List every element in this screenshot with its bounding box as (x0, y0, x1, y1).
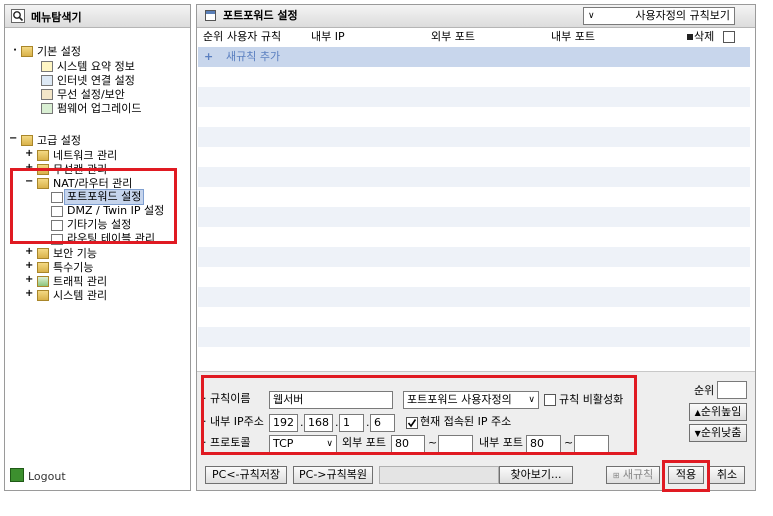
list-row (198, 187, 750, 207)
port-forward-panel: 포트포워드 설정 ∨ 사용자정의 규칙보기 순위 사용자 규칙 내부 IP 외부… (196, 4, 756, 492)
restore-rules-from-pc-button[interactable]: PC->규칙복원 (293, 466, 373, 484)
delete-all-checkbox[interactable] (723, 31, 735, 43)
menu-item-system-summary[interactable]: 시스템 요약 정보 (57, 60, 135, 74)
wireless-icon (41, 89, 53, 100)
list-row (198, 267, 750, 287)
list-row (198, 287, 750, 307)
traffic-icon (37, 276, 49, 287)
list-row (198, 347, 750, 367)
folder-icon (37, 262, 49, 273)
list-row (198, 147, 750, 167)
highlight-nat-group (10, 168, 177, 244)
tree-node-advanced-settings[interactable]: 고급 설정 (37, 134, 81, 148)
plus-box-icon: ⊞ (612, 471, 620, 480)
search-icon (11, 9, 25, 23)
chevron-down-icon: ∨ (588, 11, 595, 21)
list-row (198, 207, 750, 227)
folder-icon (21, 135, 33, 146)
tree-node-basic-settings[interactable]: 기본 설정 (37, 45, 81, 59)
network-folder-icon (37, 150, 49, 161)
menu-item-traffic-management[interactable]: 트래픽 관리 (53, 275, 107, 289)
menu-item-network-management[interactable]: 네트워크 관리 (53, 149, 117, 163)
rank-up-button[interactable]: ▲순위높임 (689, 403, 747, 421)
menu-item-special-functions[interactable]: 특수기능 (53, 261, 93, 275)
collapse-icon[interactable]: − (9, 133, 17, 144)
list-row (198, 107, 750, 127)
expand-icon[interactable]: + (25, 288, 33, 299)
highlight-rule-form (201, 375, 637, 455)
rank-input[interactable] (717, 381, 747, 399)
list-row (198, 67, 750, 87)
system-icon (37, 290, 49, 301)
rank-label: 순위 (694, 384, 715, 397)
new-rule-button[interactable]: ⊞ 새규칙 (606, 466, 660, 484)
logout-icon[interactable] (10, 468, 24, 482)
expand-icon[interactable]: + (25, 148, 33, 159)
add-rule-row[interactable]: + 새규칙 추가 (198, 47, 750, 67)
delete-marker-icon (687, 34, 693, 40)
rule-view-select[interactable]: ∨ 사용자정의 규칙보기 (583, 7, 735, 25)
rank-down-button[interactable]: ▼순위낮춤 (689, 424, 747, 442)
expand-icon[interactable]: + (25, 260, 33, 271)
menu-item-wireless-security[interactable]: 무선 설정/보안 (57, 88, 125, 102)
menu-item-internet-connection[interactable]: 인터넷 연결 설정 (57, 74, 135, 88)
menu-explorer-header: 메뉴탐색기 (5, 5, 190, 28)
col-external-port: 외부 포트 (431, 30, 475, 43)
page-title: 포트포워드 설정 (223, 9, 298, 22)
port-forward-header: 포트포워드 설정 ∨ 사용자정의 규칙보기 (197, 5, 755, 28)
list-row (198, 167, 750, 187)
list-row (198, 127, 750, 147)
list-row (198, 327, 750, 347)
save-rules-to-pc-button[interactable]: PC<-규칙저장 (205, 466, 287, 484)
col-user-rule: 사용자 규칙 (227, 30, 282, 43)
add-rule-label: 새규칙 추가 (226, 50, 281, 63)
col-delete: 삭제 (694, 30, 715, 43)
window-icon (205, 10, 216, 21)
col-internal-ip: 내부 IP (311, 30, 345, 43)
menu-item-system-management[interactable]: 시스템 관리 (53, 289, 107, 303)
internet-icon (41, 75, 53, 86)
file-path-input[interactable] (379, 466, 499, 484)
plus-icon: + (204, 50, 214, 63)
folder-icon (21, 46, 33, 57)
expand-icon[interactable]: + (25, 246, 33, 257)
col-rank: 순위 (203, 30, 224, 43)
list-row (198, 227, 750, 247)
expand-icon[interactable]: + (25, 274, 33, 285)
lock-icon (37, 248, 49, 259)
menu-item-security[interactable]: 보안 기능 (53, 247, 97, 261)
browse-button[interactable]: 찾아보기... (499, 466, 573, 484)
summary-icon (41, 61, 53, 72)
cancel-button[interactable]: 취소 (709, 466, 745, 484)
list-row (198, 307, 750, 327)
highlight-apply-button (662, 460, 710, 492)
list-row (198, 87, 750, 107)
firmware-icon (41, 103, 53, 114)
col-internal-port: 내부 포트 (551, 30, 595, 43)
logout-link[interactable]: Logout (28, 470, 66, 484)
list-row (198, 247, 750, 267)
tree-connector: · (13, 45, 17, 56)
menu-explorer-panel: 메뉴탐색기 · 기본 설정 시스템 요약 정보 인터넷 연결 설정 무선 설정/… (4, 4, 191, 491)
menu-explorer-title: 메뉴탐색기 (31, 11, 82, 24)
menu-item-firmware-upgrade[interactable]: 펌웨어 업그레이드 (57, 102, 141, 116)
